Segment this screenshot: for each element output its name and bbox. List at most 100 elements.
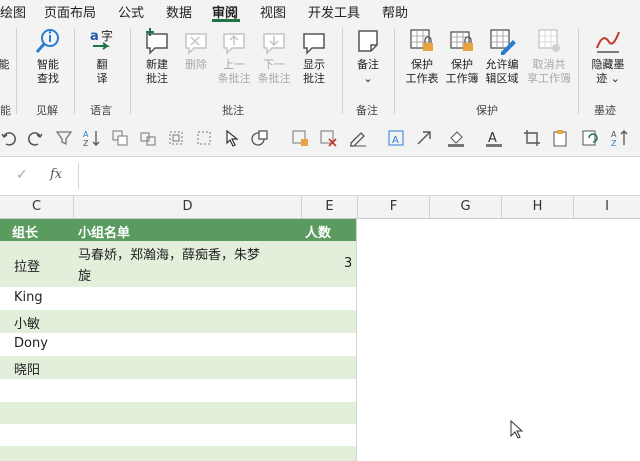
sort-descending-icon[interactable]: AZ (610, 128, 630, 148)
filter-icon[interactable] (54, 128, 74, 148)
notes-button[interactable]: 备注 ⌄ (348, 26, 388, 86)
partial-button-label: 能 (0, 58, 10, 71)
column-header-d[interactable]: D (74, 196, 302, 218)
group-ink-label: 墨迹 (594, 104, 616, 117)
previous-comment-button[interactable]: 上一 条批注 (214, 26, 254, 86)
hide-ink-label-1: 隐藏墨 (591, 58, 625, 71)
text-direction-icon[interactable] (414, 128, 434, 148)
protect-sheet-label-1: 保护 (411, 58, 433, 71)
unshare-workbook-button[interactable]: 取消共 享工作簿 (524, 26, 574, 86)
svg-text:字: 字 (101, 28, 113, 43)
header-cell-count[interactable]: 人数 (305, 222, 331, 241)
protect-sheet-button[interactable]: 保护 工作表 (400, 26, 444, 86)
redo-icon[interactable] (24, 128, 44, 148)
table-row (0, 424, 356, 446)
formula-bar: ✓ fx (0, 157, 640, 196)
font-color-icon[interactable]: A (484, 128, 504, 148)
fill-color-icon[interactable] (446, 128, 466, 148)
svg-text:a: a (90, 29, 99, 44)
table-header-row: 组长 小组名单 人数 (0, 219, 356, 241)
unshare-workbook-label-1: 取消共 (532, 58, 566, 71)
translate-icon: a 字 (90, 28, 113, 50)
hide-ink-button[interactable]: 隐藏墨 迹 ⌄ (584, 26, 632, 86)
edit-shape-icon[interactable] (348, 128, 368, 148)
undo-icon[interactable] (0, 128, 20, 148)
copy-format-icon[interactable] (110, 128, 130, 148)
protect-workbook-button[interactable]: 保护 工作簿 (442, 26, 482, 86)
smart-lookup-label-2: 查找 (37, 72, 59, 85)
column-headers: C D E F G H I (0, 196, 640, 219)
translate-label-2: 译 (96, 72, 108, 85)
new-comment-label-2: 批注 (146, 72, 168, 85)
column-header-i[interactable]: I (574, 196, 640, 218)
menu-draw[interactable]: 绘图 (0, 2, 26, 21)
cell-members-line-1[interactable]: 马春娇，郑瀚海，薛痴香，朱梦 (78, 244, 260, 263)
clear-format-icon[interactable] (318, 128, 338, 148)
table-row (0, 446, 356, 461)
quick-access-toolbar: AZ A A AZ (0, 120, 640, 157)
unshare-workbook-icon (538, 29, 560, 52)
svg-text:Z: Z (83, 139, 89, 148)
table-row (0, 379, 356, 402)
svg-text:A: A (488, 131, 497, 146)
svg-text:A: A (83, 130, 89, 139)
next-comment-button[interactable]: 下一 条批注 (254, 26, 294, 86)
group-separator (342, 28, 343, 114)
shapes-icon[interactable] (250, 128, 270, 148)
column-header-c[interactable]: C (0, 196, 74, 218)
smart-lookup-button[interactable]: 智能 查找 (26, 26, 70, 86)
sort-ascending-icon[interactable]: AZ (82, 128, 102, 148)
cancel-entry-icon[interactable]: ✓ (16, 167, 28, 183)
text-box-icon[interactable]: A (386, 128, 406, 148)
highlight-cells-icon[interactable] (290, 128, 310, 148)
previous-comment-icon (223, 33, 245, 55)
refresh-icon[interactable] (580, 128, 600, 148)
clipboard-icon[interactable] (550, 128, 570, 148)
show-comments-icon (303, 33, 325, 55)
cell-leader[interactable]: Dony (14, 336, 48, 351)
menu-formulas[interactable]: 公式 (118, 2, 144, 21)
partial-button[interactable]: 能 (0, 26, 12, 72)
cell-leader[interactable]: 小敏 (14, 313, 40, 332)
pointer-icon[interactable] (222, 128, 242, 148)
group-comments-label: 批注 (222, 104, 244, 117)
column-header-g[interactable]: G (430, 196, 502, 218)
selection-pane-icon[interactable] (194, 128, 214, 148)
crop-icon[interactable] (522, 128, 542, 148)
cell-count[interactable]: 3 (344, 256, 352, 271)
cell-leader[interactable]: 晓阳 (14, 359, 40, 378)
menu-view[interactable]: 视图 (260, 2, 286, 21)
group-insights-label: 见解 (36, 104, 58, 117)
menu-page-layout[interactable]: 页面布局 (44, 2, 96, 21)
delete-comment-button[interactable]: 删除 (178, 26, 214, 72)
menu-help[interactable]: 帮助 (382, 2, 408, 21)
column-header-e[interactable]: E (302, 196, 358, 218)
hide-ink-icon (596, 31, 620, 53)
menu-developer[interactable]: 开发工具 (308, 2, 360, 21)
formula-input[interactable] (82, 165, 636, 187)
allow-edit-ranges-button[interactable]: 允许编 辑区域 (480, 26, 524, 86)
show-comments-button[interactable]: 显示 批注 (294, 26, 334, 86)
select-objects-icon[interactable] (166, 128, 186, 148)
group-notes-label: 备注 (356, 104, 378, 117)
protect-workbook-icon (450, 31, 473, 51)
header-cell-leader[interactable]: 组长 (12, 222, 38, 241)
menu-data[interactable]: 数据 (166, 2, 192, 21)
cell-members-line-2[interactable]: 旋 (78, 265, 91, 284)
header-cell-members[interactable]: 小组名单 (78, 222, 130, 241)
table-right-border (356, 219, 357, 461)
new-comment-icon (146, 28, 168, 55)
notes-icon (358, 30, 378, 52)
delete-comment-icon (185, 33, 207, 55)
worksheet-grid[interactable]: 组长 小组名单 人数 拉登 马春娇，郑瀚海，薛痴香，朱梦 旋 3 King 小敏… (0, 219, 640, 461)
group-objects-icon[interactable] (138, 128, 158, 148)
new-comment-button[interactable]: 新建 批注 (136, 26, 178, 86)
svg-text:A: A (611, 130, 617, 139)
insert-function-icon[interactable]: fx (50, 167, 62, 182)
translate-button[interactable]: a 字 翻 译 (80, 26, 124, 86)
column-header-h[interactable]: H (502, 196, 574, 218)
cell-leader[interactable]: 拉登 (14, 256, 40, 275)
table-row: King (0, 287, 356, 310)
column-header-f[interactable]: F (358, 196, 430, 218)
cell-leader[interactable]: King (14, 290, 43, 305)
